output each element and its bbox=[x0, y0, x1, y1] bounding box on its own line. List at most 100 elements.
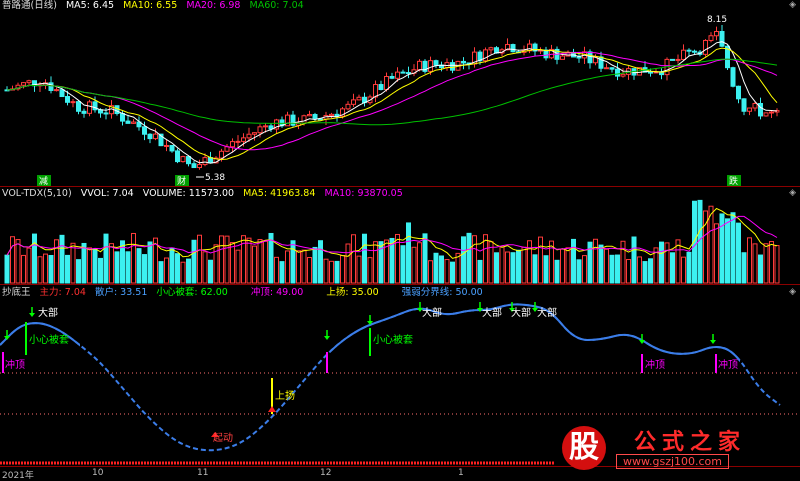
candle bbox=[15, 82, 21, 91]
volume-bar bbox=[422, 233, 428, 284]
candle bbox=[389, 72, 395, 80]
volume-bar bbox=[494, 252, 499, 284]
price-high-label: 8.15 bbox=[707, 15, 727, 25]
volume-bar bbox=[637, 256, 642, 284]
candle bbox=[730, 66, 736, 88]
candle bbox=[307, 110, 312, 117]
candle bbox=[329, 112, 334, 119]
volume-bar bbox=[59, 234, 65, 284]
candle bbox=[422, 59, 428, 74]
volume-bar bbox=[609, 254, 615, 284]
sanhu-label: 散户: 33.51 bbox=[94, 287, 148, 298]
volume-bar bbox=[411, 246, 417, 284]
candle bbox=[147, 133, 153, 144]
candle bbox=[406, 66, 411, 79]
volume-bar bbox=[131, 232, 136, 284]
volume-bar bbox=[620, 240, 626, 284]
candle bbox=[224, 143, 230, 153]
volume-bar bbox=[483, 234, 488, 284]
volume-bar bbox=[136, 248, 142, 284]
candle bbox=[87, 99, 92, 117]
volume-bar bbox=[582, 255, 587, 284]
chongding-label: 冲顶: 49.00 bbox=[250, 287, 304, 298]
volume-bar bbox=[367, 257, 373, 284]
candle bbox=[356, 94, 362, 101]
panel-corner-icon[interactable]: ◈ bbox=[789, 0, 796, 10]
volume-bar bbox=[565, 247, 571, 284]
signal-boxes: 减 财 跌 bbox=[37, 175, 741, 187]
candle bbox=[235, 135, 241, 148]
volume-bar bbox=[230, 242, 235, 284]
volume-bar bbox=[725, 218, 730, 284]
candle bbox=[670, 58, 675, 61]
volume-bar bbox=[373, 241, 378, 284]
candle bbox=[708, 32, 714, 43]
volume-bar bbox=[499, 246, 505, 284]
volume-bar bbox=[466, 232, 472, 284]
candle bbox=[450, 59, 455, 74]
candle bbox=[736, 85, 741, 104]
candle bbox=[444, 58, 450, 71]
candle bbox=[411, 64, 417, 77]
volume-bar bbox=[202, 251, 208, 284]
ma10-label: MA10: 6.55 bbox=[123, 0, 178, 11]
volume-bar bbox=[477, 259, 483, 284]
volume-bar bbox=[730, 212, 736, 284]
candle bbox=[675, 54, 681, 64]
candle bbox=[373, 80, 378, 103]
volume-bar bbox=[356, 255, 362, 284]
volume-bar bbox=[631, 236, 637, 284]
volume-bar bbox=[686, 251, 692, 284]
volume-bar bbox=[323, 258, 329, 284]
volume-bar bbox=[543, 255, 549, 284]
candle bbox=[538, 47, 543, 54]
candle bbox=[598, 51, 604, 72]
volume-bar bbox=[774, 245, 780, 284]
volume-bar bbox=[615, 254, 620, 284]
candle bbox=[362, 92, 367, 107]
volume-bar bbox=[736, 222, 741, 284]
volume-bar bbox=[433, 252, 439, 284]
candle bbox=[136, 116, 142, 131]
stock-title: 普路通(日线) bbox=[2, 0, 57, 11]
volume-bar bbox=[224, 235, 230, 284]
volume-bar bbox=[516, 249, 521, 284]
ind-name: 抄底王 bbox=[2, 287, 31, 298]
ma20-label: MA20: 6.98 bbox=[186, 0, 241, 11]
candle bbox=[70, 99, 76, 108]
volume-bar bbox=[312, 246, 318, 284]
volume-bar bbox=[560, 248, 565, 284]
signal-box-die: 跌 bbox=[729, 176, 738, 187]
volume-bar bbox=[274, 256, 279, 284]
ind-corner-icon[interactable]: ◈ bbox=[789, 287, 796, 297]
candle bbox=[345, 101, 351, 111]
volume-bar bbox=[769, 241, 774, 284]
volume-label: VOLUME: 11573.00 bbox=[142, 188, 235, 199]
volume-bar bbox=[741, 252, 747, 284]
signal-box-cai: 财 bbox=[177, 175, 186, 187]
volume-bar bbox=[98, 257, 103, 284]
candle bbox=[615, 62, 620, 81]
candle bbox=[334, 109, 340, 122]
volume-bar bbox=[439, 255, 444, 284]
candle bbox=[719, 25, 725, 47]
volume-bar bbox=[576, 259, 582, 284]
volume-bar bbox=[158, 261, 164, 284]
volume-bar bbox=[252, 245, 257, 284]
volume-bar bbox=[147, 241, 153, 284]
label-chongding-1: 冲顶 bbox=[5, 358, 25, 371]
candle bbox=[290, 110, 296, 127]
volume-bar bbox=[505, 251, 510, 284]
candle bbox=[351, 93, 356, 107]
candle bbox=[714, 26, 719, 41]
vol-corner-icon[interactable]: ◈ bbox=[789, 188, 796, 198]
volume-bar bbox=[175, 253, 180, 284]
volume-bar bbox=[719, 213, 725, 284]
chart-canvas: 冲顶大部小心被套起动上扬小心被套大部 大部 大部 大部冲顶 冲顶 8.15 5.38 减… bbox=[0, 15, 800, 467]
volume-bar bbox=[65, 254, 70, 284]
volume-bar bbox=[444, 259, 450, 284]
volume-bar bbox=[400, 245, 406, 284]
volume-bar bbox=[455, 252, 461, 284]
volume-bar bbox=[76, 259, 81, 284]
volume-bar bbox=[362, 233, 367, 284]
